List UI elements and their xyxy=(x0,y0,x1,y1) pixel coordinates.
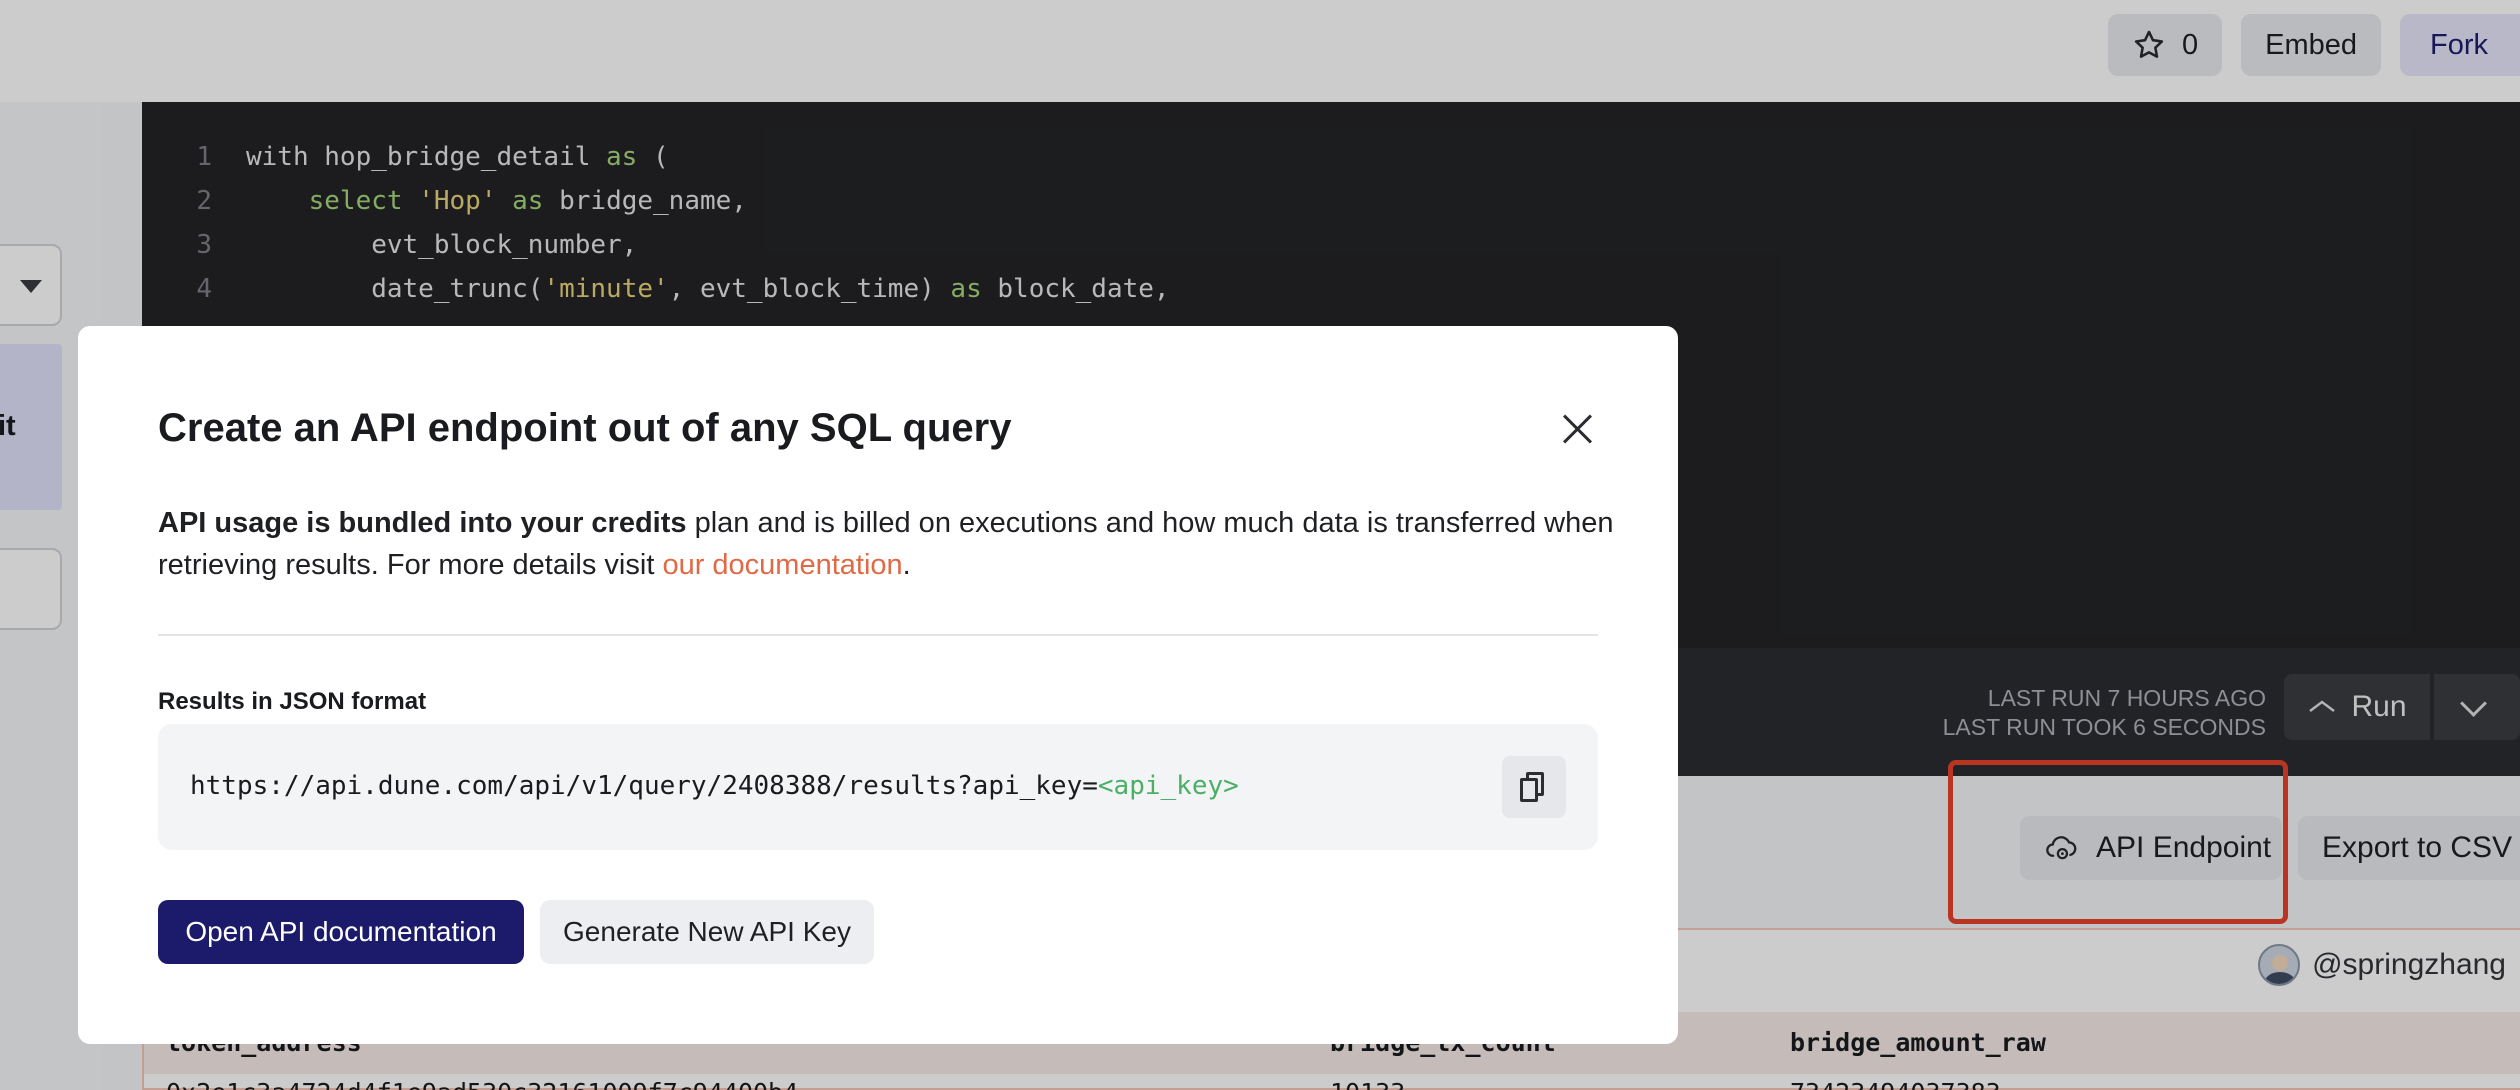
json-results-label: Results in JSON format xyxy=(158,688,427,715)
close-icon[interactable] xyxy=(1562,414,1592,444)
api-url-box: https://api.dune.com/api/v1/query/240838… xyxy=(158,724,1598,850)
api-endpoint-modal: Create an API endpoint out of any SQL qu… xyxy=(78,326,1678,1044)
api-url[interactable]: https://api.dune.com/api/v1/query/240838… xyxy=(190,771,1239,801)
modal-title: Create an API endpoint out of any SQL qu… xyxy=(158,406,1012,450)
divider xyxy=(158,634,1598,636)
copy-button[interactable] xyxy=(1502,756,1566,818)
description-bold: API usage is bundled into your credits xyxy=(158,507,687,539)
generate-api-key-button[interactable]: Generate New API Key xyxy=(540,900,874,964)
api-key-placeholder: <api_key> xyxy=(1097,771,1239,801)
description-end: . xyxy=(902,549,911,581)
documentation-link[interactable]: our documentation xyxy=(662,549,902,581)
open-api-docs-button[interactable]: Open API documentation xyxy=(158,900,524,964)
modal-description: API usage is bundled into your credits p… xyxy=(158,502,1618,586)
api-url-prefix: https://api.dune.com/api/v1/query/240838… xyxy=(190,771,1098,801)
